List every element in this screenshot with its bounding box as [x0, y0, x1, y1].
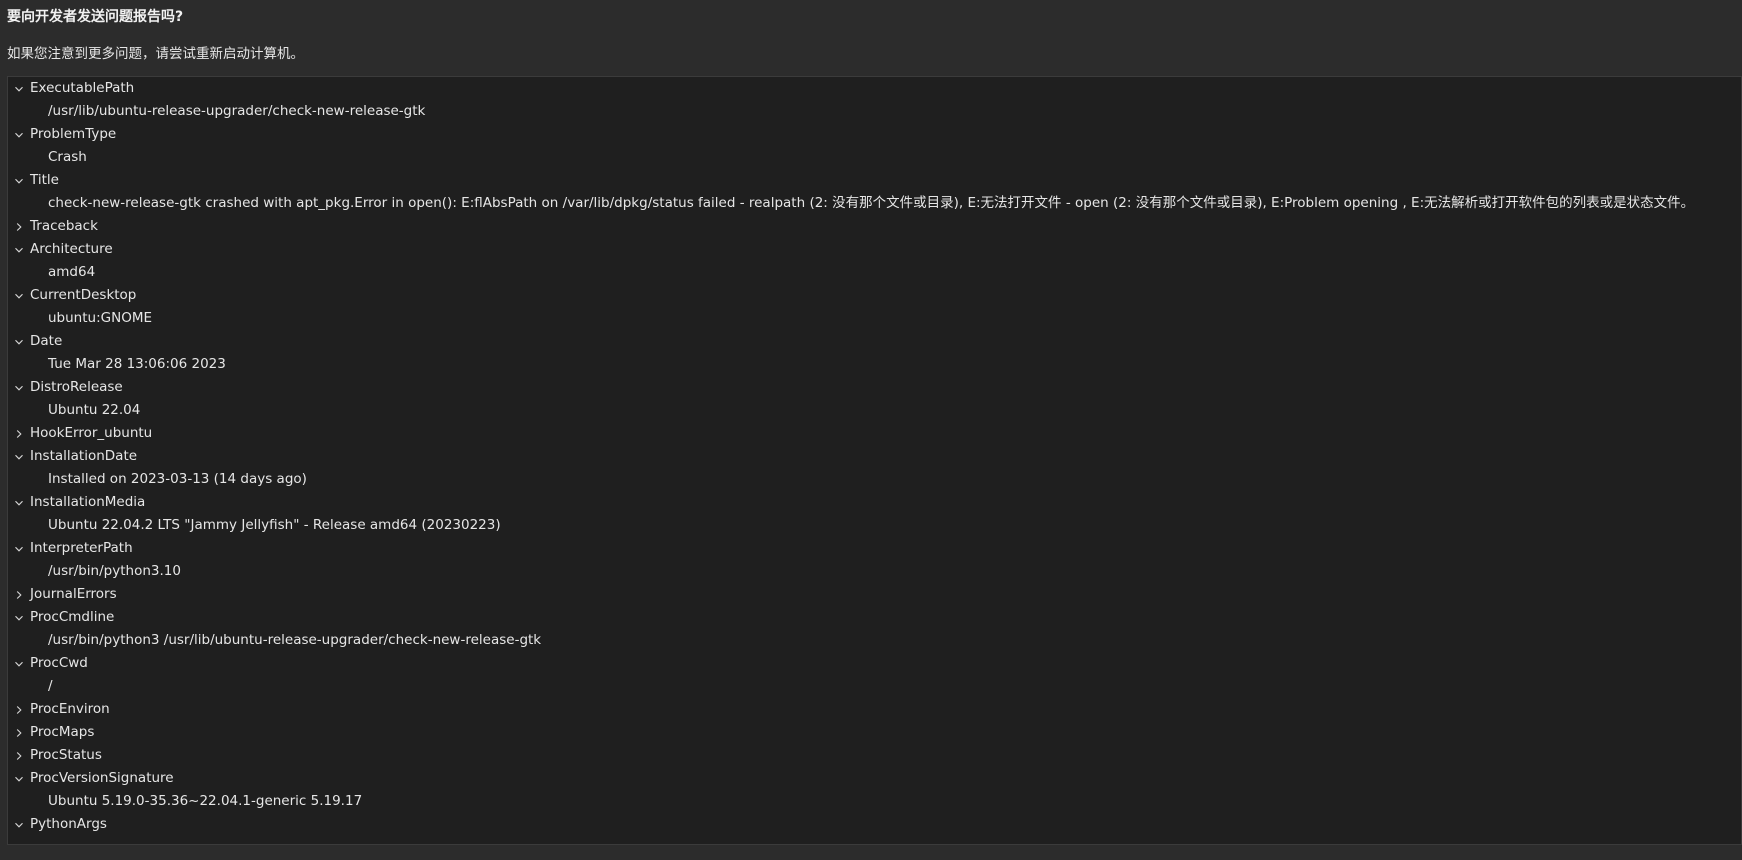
tree-row-value[interactable]: Tue Mar 28 13:06:06 2023: [8, 353, 1741, 376]
report-details-tree[interactable]: ExecutablePath/usr/lib/ubuntu-release-up…: [7, 76, 1742, 845]
chevron-down-icon[interactable]: [12, 238, 26, 261]
tree-row-value[interactable]: /usr/bin/python3 /usr/lib/ubuntu-release…: [8, 629, 1741, 652]
tree-row-value[interactable]: Installed on 2023-03-13 (14 days ago): [8, 468, 1741, 491]
tree-row-value-text: /usr/lib/ubuntu-release-upgrader/check-n…: [48, 103, 426, 119]
chevron-down-icon[interactable]: [12, 606, 26, 629]
chevron-down-icon[interactable]: [12, 813, 26, 836]
tree-row-key: InterpreterPath: [30, 540, 133, 556]
report-details-list: ExecutablePath/usr/lib/ubuntu-release-up…: [8, 77, 1741, 836]
tree-row-key: CurrentDesktop: [30, 287, 137, 303]
tree-row-key: InstallationDate: [30, 448, 138, 464]
tree-row-value-text: Tue Mar 28 13:06:06 2023: [48, 356, 226, 372]
tree-row-key: ProcCmdline: [30, 609, 115, 625]
tree-row-problemtype[interactable]: ProblemType: [8, 123, 1741, 146]
tree-row-interpreterpath[interactable]: InterpreterPath: [8, 537, 1741, 560]
tree-row-value[interactable]: /usr/bin/python3.10: [8, 560, 1741, 583]
chevron-right-icon[interactable]: [12, 744, 26, 767]
tree-row-architecture[interactable]: Architecture: [8, 238, 1741, 261]
tree-row-key: Title: [30, 172, 59, 188]
chevron-down-icon[interactable]: [12, 652, 26, 675]
tree-row-traceback[interactable]: Traceback: [8, 215, 1741, 238]
tree-row-key: DistroRelease: [30, 379, 123, 395]
tree-row-value-text: Ubuntu 22.04: [48, 402, 141, 418]
tree-row-key: ProcMaps: [30, 724, 95, 740]
tree-row-key: ExecutablePath: [30, 80, 135, 96]
tree-row-value[interactable]: ubuntu:GNOME: [8, 307, 1741, 330]
tree-row-installationmedia[interactable]: InstallationMedia: [8, 491, 1741, 514]
tree-row-key: ProcCwd: [30, 655, 88, 671]
dialog-subheading: 如果您注意到更多问题，请尝试重新启动计算机。: [7, 46, 304, 62]
tree-row-key: ProblemType: [30, 126, 117, 142]
chevron-down-icon[interactable]: [12, 123, 26, 146]
tree-row-key: ProcStatus: [30, 747, 102, 763]
chevron-right-icon[interactable]: [12, 422, 26, 445]
tree-row-procstatus[interactable]: ProcStatus: [8, 744, 1741, 767]
tree-row-value-text: check-new-release-gtk crashed with apt_p…: [48, 195, 1695, 211]
chevron-down-icon[interactable]: [12, 767, 26, 790]
tree-row-value-text: amd64: [48, 264, 96, 280]
tree-row-key: PythonArgs: [30, 816, 107, 832]
tree-row-journalerrors[interactable]: JournalErrors: [8, 583, 1741, 606]
chevron-down-icon[interactable]: [12, 491, 26, 514]
tree-row-value-text: Installed on 2023-03-13 (14 days ago): [48, 471, 307, 487]
tree-row-hookerror_ubuntu[interactable]: HookError_ubuntu: [8, 422, 1741, 445]
tree-row-value[interactable]: /usr/lib/ubuntu-release-upgrader/check-n…: [8, 100, 1741, 123]
tree-row-value-text: Crash: [48, 149, 87, 165]
tree-row-executablepath[interactable]: ExecutablePath: [8, 77, 1741, 100]
chevron-right-icon[interactable]: [12, 698, 26, 721]
tree-row-key: Traceback: [30, 218, 98, 234]
tree-row-key: Date: [30, 333, 63, 349]
tree-row-value-text: ubuntu:GNOME: [48, 310, 152, 326]
tree-row-key: Architecture: [30, 241, 113, 257]
tree-row-procmaps[interactable]: ProcMaps: [8, 721, 1741, 744]
dialog-heading: 要向开发者发送问题报告吗?: [7, 9, 184, 25]
tree-row-procversionsignature[interactable]: ProcVersionSignature: [8, 767, 1741, 790]
tree-row-installationdate[interactable]: InstallationDate: [8, 445, 1741, 468]
chevron-down-icon[interactable]: [12, 330, 26, 353]
chevron-down-icon[interactable]: [12, 376, 26, 399]
tree-row-key: ProcVersionSignature: [30, 770, 174, 786]
tree-row-key: ProcEnviron: [30, 701, 110, 717]
problem-report-dialog: 要向开发者发送问题报告吗? 如果您注意到更多问题，请尝试重新启动计算机。 Exe…: [0, 0, 1742, 860]
tree-row-procenviron[interactable]: ProcEnviron: [8, 698, 1741, 721]
tree-row-proccmdline[interactable]: ProcCmdline: [8, 606, 1741, 629]
chevron-down-icon[interactable]: [12, 445, 26, 468]
tree-row-value[interactable]: check-new-release-gtk crashed with apt_p…: [8, 192, 1741, 215]
chevron-down-icon[interactable]: [12, 77, 26, 100]
tree-row-value[interactable]: /: [8, 675, 1741, 698]
tree-row-pythonargs[interactable]: PythonArgs: [8, 813, 1741, 836]
tree-row-key: HookError_ubuntu: [30, 425, 153, 441]
chevron-right-icon[interactable]: [12, 583, 26, 606]
tree-row-key: JournalErrors: [30, 586, 117, 602]
tree-row-value-text: Ubuntu 5.19.0-35.36~22.04.1-generic 5.19…: [48, 793, 363, 809]
chevron-right-icon[interactable]: [12, 215, 26, 238]
tree-row-value[interactable]: amd64: [8, 261, 1741, 284]
tree-row-value[interactable]: Ubuntu 22.04.2 LTS "Jammy Jellyfish" - R…: [8, 514, 1741, 537]
tree-row-distrorelease[interactable]: DistroRelease: [8, 376, 1741, 399]
tree-row-key: InstallationMedia: [30, 494, 146, 510]
chevron-right-icon[interactable]: [12, 721, 26, 744]
tree-row-value-text: /: [48, 678, 53, 694]
chevron-down-icon[interactable]: [12, 537, 26, 560]
tree-row-value[interactable]: Ubuntu 5.19.0-35.36~22.04.1-generic 5.19…: [8, 790, 1741, 813]
chevron-down-icon[interactable]: [12, 169, 26, 192]
tree-row-currentdesktop[interactable]: CurrentDesktop: [8, 284, 1741, 307]
tree-row-title[interactable]: Title: [8, 169, 1741, 192]
tree-row-value-text: Ubuntu 22.04.2 LTS "Jammy Jellyfish" - R…: [48, 517, 501, 533]
tree-row-date[interactable]: Date: [8, 330, 1741, 353]
tree-row-value-text: /usr/bin/python3.10: [48, 563, 181, 579]
chevron-down-icon[interactable]: [12, 284, 26, 307]
tree-row-proccwd[interactable]: ProcCwd: [8, 652, 1741, 675]
tree-row-value-text: /usr/bin/python3 /usr/lib/ubuntu-release…: [48, 632, 542, 648]
tree-row-value[interactable]: Crash: [8, 146, 1741, 169]
tree-row-value[interactable]: Ubuntu 22.04: [8, 399, 1741, 422]
